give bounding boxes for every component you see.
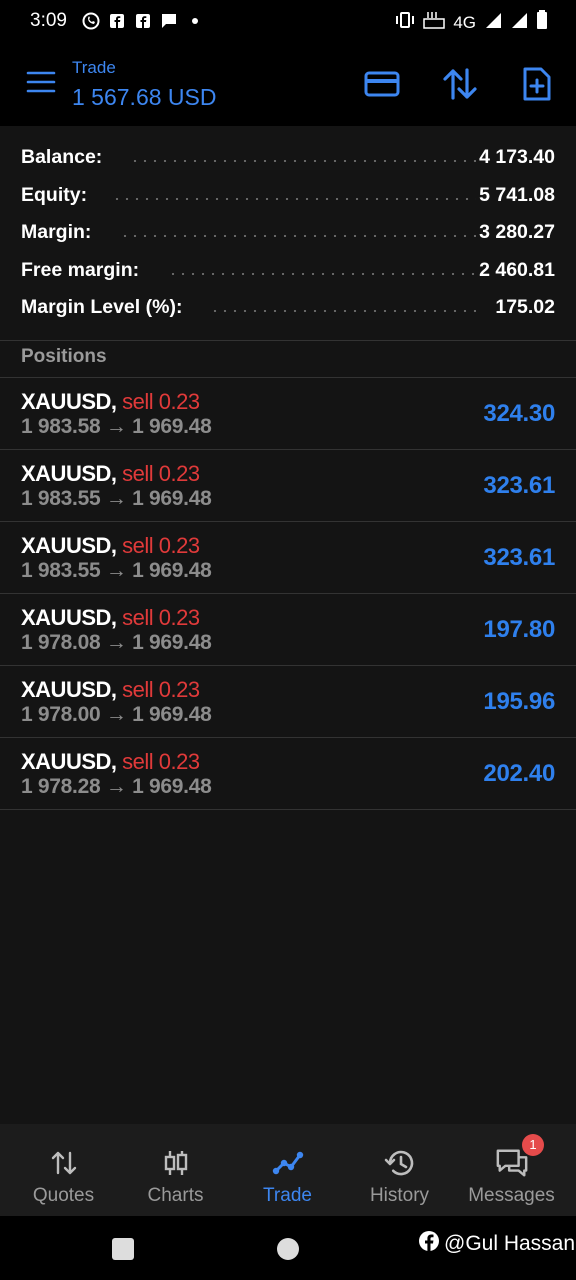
position-side: sell 0.23	[122, 461, 200, 486]
position-side: sell 0.23	[122, 677, 200, 702]
positions-list: XAUUSD, sell 0.23 1 983.58 → 1 969.48 32…	[0, 378, 576, 810]
position-side: sell 0.23	[122, 605, 200, 630]
position-profit: 202.40	[483, 760, 555, 787]
home-button[interactable]	[277, 1238, 299, 1260]
nav-item-trade[interactable]: Trade	[230, 1124, 345, 1216]
quotes-arrows-icon	[47, 1146, 81, 1180]
position-symbol: XAUUSD,	[21, 461, 117, 486]
signal-icon	[484, 11, 502, 34]
status-time: 3:09	[30, 10, 67, 31]
summary-value: 2 460.81	[479, 258, 555, 281]
summary-label: Balance:	[21, 146, 107, 169]
nav-item-messages[interactable]: Messages	[454, 1124, 569, 1216]
position-prices: 1 978.00 → 1 969.48	[21, 703, 212, 726]
leader-dots	[210, 310, 476, 312]
account-summary: Balance: 4 173.40 Equity: 5 741.08 Margi…	[0, 138, 576, 326]
history-icon	[383, 1146, 417, 1180]
facebook-icon	[134, 12, 152, 30]
position-prices: 1 978.08 → 1 969.48	[21, 631, 212, 654]
nav-label: Quotes	[32, 1185, 95, 1206]
card-icon[interactable]	[362, 64, 402, 104]
notification-icons	[82, 12, 204, 30]
position-prices: 1 983.58 → 1 969.48	[21, 415, 212, 438]
summary-value: 3 280.27	[479, 221, 555, 243]
position-profit: 323.61	[483, 544, 555, 571]
summary-row-equity: Equity: 5 741.08	[0, 176, 576, 214]
watermark-text: @Gul Hassan	[444, 1232, 576, 1255]
candlestick-icon	[159, 1146, 193, 1180]
position-profit: 323.61	[483, 472, 555, 499]
position-symbol: XAUUSD,	[21, 677, 117, 702]
nav-item-history[interactable]: History	[342, 1124, 457, 1216]
position-profit: 195.96	[483, 688, 555, 715]
summary-label: Margin Level (%):	[21, 296, 187, 319]
summary-row-margin: Margin: 3 280.27	[0, 213, 576, 251]
position-row[interactable]: XAUUSD, sell 0.23 1 983.55 → 1 969.48 32…	[0, 522, 576, 594]
divider	[0, 340, 576, 341]
position-row[interactable]: XAUUSD, sell 0.23 1 978.08 → 1 969.48 19…	[0, 594, 576, 666]
nav-label: History	[369, 1185, 430, 1206]
facebook-icon	[418, 1230, 440, 1258]
app-bar: Trade 1 567.68 USD	[0, 44, 576, 126]
system-nav-bar: @Gul Hassan	[0, 1216, 576, 1280]
nav-item-quotes[interactable]: Quotes	[6, 1124, 121, 1216]
summary-row-balance: Balance: 4 173.40	[0, 138, 576, 176]
message-icon	[160, 12, 178, 30]
nav-label: Charts	[147, 1185, 204, 1206]
position-symbol: XAUUSD,	[21, 749, 117, 774]
signal-icon	[510, 11, 528, 34]
summary-label: Equity:	[21, 183, 92, 207]
position-symbol: XAUUSD,	[21, 389, 117, 414]
leader-dots	[130, 160, 476, 162]
positions-header: Positions	[21, 346, 107, 367]
position-side: sell 0.23	[122, 749, 200, 774]
position-symbol: XAUUSD,	[21, 605, 117, 630]
menu-icon[interactable]	[26, 70, 58, 98]
trade-line-icon	[271, 1146, 305, 1180]
leader-dots	[168, 272, 476, 275]
position-prices: 1 983.55 → 1 969.48	[21, 559, 212, 582]
position-side: sell 0.23	[122, 533, 200, 558]
new-order-icon[interactable]	[517, 64, 557, 104]
nav-label: Trade	[263, 1185, 312, 1206]
battery-icon	[536, 10, 548, 35]
nav-item-charts[interactable]: Charts	[118, 1124, 233, 1216]
system-status-icons: 4G	[395, 10, 548, 35]
leader-dots	[112, 197, 476, 200]
leader-dots	[120, 235, 476, 237]
summary-label: Free margin:	[21, 258, 144, 282]
facebook-icon	[108, 12, 126, 30]
position-prices: 1 978.28 → 1 969.48	[21, 775, 212, 798]
position-row[interactable]: XAUUSD, sell 0.23 1 978.00 → 1 969.48 19…	[0, 666, 576, 738]
sort-icon[interactable]	[440, 64, 480, 104]
dot-icon	[186, 12, 204, 30]
position-profit: 197.80	[483, 616, 555, 643]
summary-label: Margin:	[21, 221, 96, 244]
nav-label: Messages	[468, 1185, 555, 1206]
position-prices: 1 983.55 → 1 969.48	[21, 487, 212, 510]
summary-value: 175.02	[495, 296, 555, 318]
account-profit: 1 567.68 USD	[72, 84, 217, 110]
summary-row-free-margin: Free margin: 2 460.81	[0, 251, 576, 289]
whatsapp-icon	[82, 12, 100, 30]
position-row[interactable]: XAUUSD, sell 0.23 1 983.58 → 1 969.48 32…	[0, 378, 576, 450]
position-row[interactable]: XAUUSD, sell 0.23 1 983.55 → 1 969.48 32…	[0, 450, 576, 522]
position-row[interactable]: XAUUSD, sell 0.23 1 978.28 → 1 969.48 20…	[0, 738, 576, 810]
network-type: 4G	[453, 12, 476, 32]
summary-value: 4 173.40	[479, 146, 555, 168]
page-title: Trade	[72, 58, 116, 77]
status-bar: 3:09 4G	[0, 0, 576, 44]
watermark: @Gul Hassan	[418, 1230, 575, 1258]
position-profit: 324.30	[483, 400, 555, 427]
vibrate-icon	[395, 11, 415, 34]
recent-apps-button[interactable]	[112, 1238, 134, 1260]
position-side: sell 0.23	[122, 389, 200, 414]
summary-value: 5 741.08	[479, 183, 555, 206]
summary-row-margin-level: Margin Level (%): 175.02	[0, 288, 576, 326]
messages-badge: 1	[522, 1134, 544, 1156]
bottom-nav: Quotes Charts Trade History Messages	[0, 1124, 576, 1216]
volte-icon	[423, 11, 446, 34]
position-symbol: XAUUSD,	[21, 533, 117, 558]
